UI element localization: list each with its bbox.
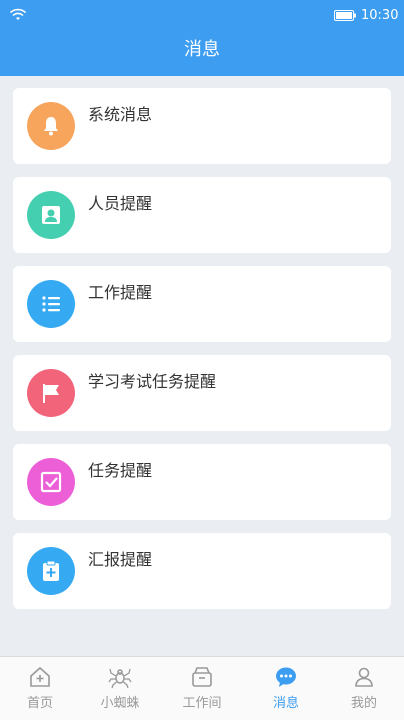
message-item-label: 学习考试任务提醒 — [88, 372, 217, 391]
message-item-icon — [27, 102, 75, 150]
chat-bubble-icon — [276, 667, 296, 687]
battery-icon — [334, 10, 356, 21]
flag-icon — [43, 384, 59, 403]
status-bar: 10:30 — [0, 0, 404, 32]
status-time: 10:30 — [361, 8, 399, 23]
message-item-work[interactable]: 工作提醒 — [13, 266, 391, 342]
message-item-icon — [27, 191, 75, 239]
message-item-system[interactable]: 系统消息 — [13, 88, 391, 164]
tab-label: 我的 — [350, 696, 377, 711]
page-title: 消息 — [0, 32, 404, 76]
wifi-icon — [10, 8, 26, 20]
message-item-icon — [27, 369, 75, 417]
tab-home[interactable]: 首页 — [0, 657, 80, 720]
message-item-personnel[interactable]: 人员提醒 — [13, 177, 391, 253]
tab-workspace[interactable]: 工作间 — [162, 657, 242, 720]
message-item-label: 工作提醒 — [88, 283, 153, 302]
bottom-tab-bar: 首页 小蜘蛛 工作间 消息 我的 — [0, 656, 404, 720]
message-item-label: 系统消息 — [88, 105, 153, 124]
tab-spider[interactable]: 小蜘蛛 — [80, 657, 160, 720]
spider-icon — [108, 668, 132, 689]
message-item-label: 人员提醒 — [88, 194, 153, 213]
clipboard-plus-icon — [43, 560, 59, 581]
tab-mine[interactable]: 我的 — [324, 657, 404, 720]
workspace-icon — [192, 667, 212, 687]
tab-messages[interactable]: 消息 — [246, 657, 326, 720]
list-icon — [42, 296, 60, 312]
message-item-study-exam[interactable]: 学习考试任务提醒 — [13, 355, 391, 431]
message-item-icon — [27, 547, 75, 595]
home-icon — [30, 666, 50, 687]
message-item-task[interactable]: 任务提醒 — [13, 444, 391, 520]
person-icon — [355, 667, 373, 687]
user-icon — [42, 206, 60, 224]
checkbox-icon — [40, 471, 62, 493]
message-item-icon — [27, 280, 75, 328]
bell-icon — [44, 117, 58, 136]
message-item-label: 汇报提醒 — [88, 550, 153, 569]
message-item-icon — [27, 458, 75, 506]
message-item-report[interactable]: 汇报提醒 — [13, 533, 391, 609]
message-item-label: 任务提醒 — [88, 461, 153, 480]
tab-label: 工作间 — [182, 696, 222, 711]
tab-label: 首页 — [26, 696, 53, 711]
tab-label: 小蜘蛛 — [100, 696, 140, 711]
tab-label: 消息 — [272, 696, 299, 711]
